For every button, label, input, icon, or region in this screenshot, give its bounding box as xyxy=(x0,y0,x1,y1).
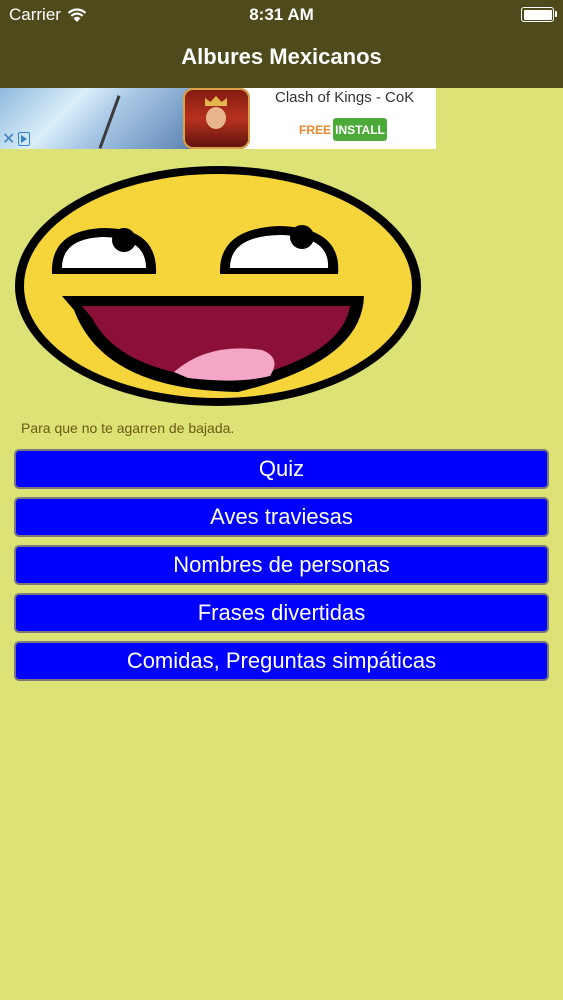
adchoices-icon[interactable] xyxy=(18,132,31,146)
king-face-icon xyxy=(206,107,226,129)
battery-fill xyxy=(523,9,552,20)
comidas-preguntas-button[interactable]: Comidas, Preguntas simpáticas xyxy=(14,641,549,681)
nombres-de-personas-button[interactable]: Nombres de personas xyxy=(14,545,549,585)
main-menu: Quiz Aves traviesas Nombres de personas … xyxy=(14,449,549,689)
ad-install-button[interactable]: INSTALL xyxy=(333,118,387,141)
status-time: 8:31 AM xyxy=(249,5,314,24)
ad-app-icon[interactable] xyxy=(183,88,250,149)
quiz-button[interactable]: Quiz xyxy=(14,449,549,489)
battery-icon xyxy=(521,7,557,22)
close-icon[interactable]: ✕ xyxy=(2,129,15,149)
status-bar: Carrier 8:31 AM xyxy=(0,0,563,30)
smiley-face-image xyxy=(15,166,421,406)
tagline: Para que no te agarren de bajada. xyxy=(21,420,235,436)
frases-divertidas-button[interactable]: Frases divertidas xyxy=(14,593,549,633)
ad-sword-graphic xyxy=(98,95,121,149)
ad-price-label: FREE xyxy=(299,123,332,137)
crown-icon xyxy=(205,96,227,106)
ad-close-controls[interactable]: ✕ xyxy=(2,129,31,149)
ad-banner[interactable]: ✕ Clash of Kings - CoK FREE INSTALL xyxy=(0,88,436,149)
page-title: Albures Mexicanos xyxy=(181,44,382,69)
aves-traviesas-button[interactable]: Aves traviesas xyxy=(14,497,549,537)
navigation-bar: Carrier 8:31 AM Albures Mexicanos xyxy=(0,0,563,88)
ad-app-name[interactable]: Clash of Kings - CoK xyxy=(275,89,414,106)
